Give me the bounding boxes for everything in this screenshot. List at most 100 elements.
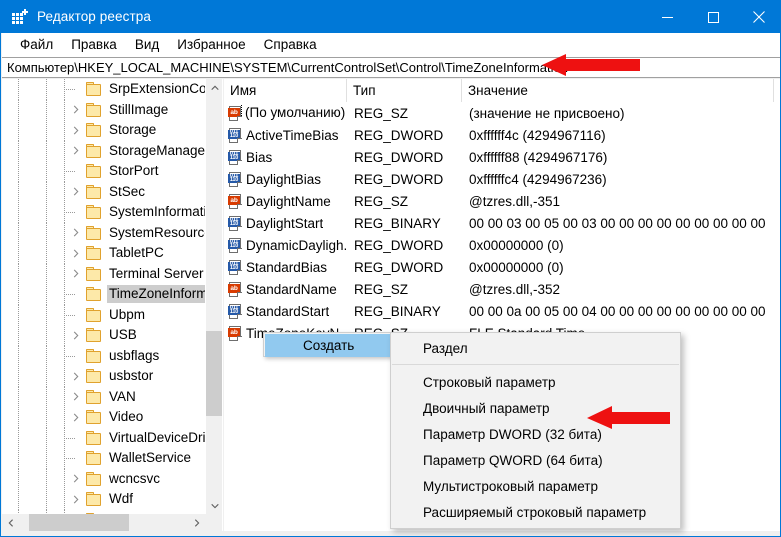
tree-item-timezoneinforma[interactable]: TimeZoneInforma [2, 284, 206, 305]
binary-value-icon: 011 110 [228, 171, 242, 187]
column-header-name[interactable]: Имя [224, 79, 347, 102]
menu-favorites[interactable]: Избранное [168, 35, 254, 55]
registry-tree-list[interactable]: SrpExtensionConfi StillImage Storage Storag… [2, 79, 206, 514]
tree-guide-line [64, 468, 65, 489]
table-row[interactable]: 011 110 DynamicDayligh... REG_DWORD 0x000000… [224, 234, 780, 256]
tree-item-ubpm[interactable]: Ubpm [2, 304, 206, 325]
table-row[interactable]: 011 110 ActiveTimeBias REG_DWORD 0xffffff4c … [224, 124, 780, 146]
menu-edit[interactable]: Правка [62, 35, 126, 55]
chevron-right-icon[interactable] [70, 407, 82, 427]
tree-item-usbflags[interactable]: usbflags [2, 345, 206, 366]
tree-item-walletservice[interactable]: WalletService [2, 448, 206, 469]
chevron-right-icon[interactable] [70, 120, 82, 140]
chevron-right-icon[interactable] [70, 387, 82, 407]
table-row[interactable]: 011 110 DaylightStart REG_BINARY 00 00 03 00… [224, 212, 780, 234]
value-name-cell[interactable]: 011 110 DynamicDayligh... [224, 237, 347, 253]
tree-item-storport[interactable]: StorPort [2, 161, 206, 182]
tree-item-storagemanagem[interactable]: StorageManagem [2, 140, 206, 161]
folder-icon [86, 205, 102, 220]
registry-tree-pane[interactable]: SrpExtensionConfi StillImage Storage Storag… [2, 79, 223, 531]
table-row[interactable]: 011 110 Bias REG_DWORD 0xffffff88 (429496717… [224, 146, 780, 168]
chevron-right-icon[interactable] [70, 469, 82, 489]
chevron-right-icon[interactable] [70, 366, 82, 386]
chevron-right-icon[interactable] [70, 489, 82, 509]
window-title: Редактор реестра [37, 9, 151, 24]
context-menu-item-0[interactable]: Раздел [391, 335, 680, 361]
value-name-cell[interactable]: 011 110 Bias [224, 149, 347, 165]
maximize-button[interactable] [690, 1, 736, 33]
table-row[interactable]: 011 110 DaylightBias REG_DWORD 0xffffffc4 (4… [224, 168, 780, 190]
address-bar[interactable]: Компьютер\HKEY_LOCAL_MACHINE\SYSTEM\Curr… [2, 57, 780, 78]
tree-item-virtualdevicedrive[interactable]: VirtualDeviceDrive [2, 427, 206, 448]
minimize-button[interactable] [644, 1, 690, 33]
value-name-cell[interactable]: 011 110 DaylightStart [224, 215, 347, 231]
context-menu-item-5[interactable]: Мультистроковый параметр [391, 473, 680, 499]
value-name-cell[interactable]: ab (По умолчанию) [224, 105, 347, 121]
value-name-cell[interactable]: 011 110 ActiveTimeBias [224, 127, 347, 143]
tree-item-systemresources[interactable]: SystemResources [2, 222, 206, 243]
tree-guide-line [46, 304, 47, 325]
value-name-cell[interactable]: 011 110 StandardStart [224, 303, 347, 319]
value-name-cell[interactable]: 011 110 DaylightBias [224, 171, 347, 187]
column-header-value[interactable]: Значение [462, 79, 774, 102]
value-type-cell: REG_DWORD [354, 259, 444, 275]
address-path-text: Компьютер\HKEY_LOCAL_MACHINE\SYSTEM\Curr… [7, 60, 568, 75]
folder-icon [86, 410, 102, 425]
tree-item-systeminformation[interactable]: SystemInformation [2, 202, 206, 223]
tree-item-usb[interactable]: USB [2, 325, 206, 346]
menu-view[interactable]: Вид [126, 35, 168, 55]
tree-item-srpextensionconfi[interactable]: SrpExtensionConfi [2, 79, 206, 100]
menu-help[interactable]: Справка [255, 35, 326, 55]
tree-guide-line [46, 181, 47, 202]
tree-vertical-scroll-thumb[interactable] [206, 331, 222, 416]
column-header-type[interactable]: Тип [347, 79, 462, 102]
tree-guide-line [46, 468, 47, 489]
tree-item-usbstor[interactable]: usbstor [2, 366, 206, 387]
chevron-right-icon[interactable] [70, 325, 82, 345]
context-menu-item-1[interactable]: Строковый параметр [391, 369, 680, 395]
context-menu-item-label: Раздел [423, 340, 468, 356]
chevron-right-icon[interactable] [70, 243, 82, 263]
tree-item-wcncsvc[interactable]: wcncsvc [2, 468, 206, 489]
binary-value-icon: 011 110 [228, 237, 242, 253]
value-name-cell[interactable]: 011 110 StandardBias [224, 259, 347, 275]
tree-item-label: SystemInformation [109, 204, 206, 220]
table-row[interactable]: 011 110 StandardBias REG_DWORD 0x00000000 (0… [224, 256, 780, 278]
tree-item-stillimage[interactable]: StillImage [2, 99, 206, 120]
tree-item-storage[interactable]: Storage [2, 120, 206, 141]
tree-item-tabletpc[interactable]: TabletPC [2, 243, 206, 264]
table-row[interactable]: ab DaylightName REG_SZ @tzres.dll,-351 [224, 190, 780, 212]
tree-scroll-down-button[interactable] [206, 497, 222, 514]
tree-item-terminal-server[interactable]: Terminal Server [2, 263, 206, 284]
context-menu-item-2[interactable]: Двоичный параметр [391, 395, 680, 421]
close-button[interactable] [736, 1, 780, 33]
context-menu-item-4[interactable]: Параметр QWORD (64 бита) [391, 447, 680, 473]
tree-scroll-up-button[interactable] [206, 79, 222, 96]
tree-item-stsec[interactable]: StSec [2, 181, 206, 202]
value-name-cell[interactable]: ab DaylightName [224, 193, 347, 209]
table-row[interactable]: 011 110 StandardStart REG_BINARY 00 00 0a 00… [224, 300, 780, 322]
table-row[interactable]: ab StandardName REG_SZ @tzres.dll,-352 [224, 278, 780, 300]
value-name-cell[interactable]: ab StandardName [224, 281, 347, 297]
values-list[interactable]: ab (По умолчанию) REG_SZ (значение не присв… [224, 102, 780, 344]
tree-vertical-scrollbar[interactable] [205, 79, 222, 514]
context-menu-item-6[interactable]: Расширяемый строковый параметр [391, 499, 680, 525]
tree-scroll-right-button[interactable] [188, 514, 205, 531]
chevron-right-icon[interactable] [70, 141, 82, 161]
menu-file[interactable]: Файл [11, 35, 62, 55]
tree-item-video[interactable]: Video [2, 407, 206, 428]
chevron-right-icon[interactable] [70, 182, 82, 202]
tree-item-wdf[interactable]: Wdf [2, 489, 206, 510]
tree-guide-line [18, 140, 19, 161]
chevron-right-icon[interactable] [70, 223, 82, 243]
chevron-right-icon[interactable] [70, 100, 82, 120]
tree-horizontal-scroll-thumb[interactable] [29, 514, 129, 531]
context-menu-item-3[interactable]: Параметр DWORD (32 бита) [391, 421, 680, 447]
tree-horizontal-scrollbar[interactable] [2, 514, 222, 531]
context-menu-item-new[interactable]: Создать [265, 334, 408, 357]
context-submenu-new[interactable]: Раздел Строковый параметр Двоичный парамет… [390, 332, 681, 529]
tree-item-van[interactable]: VAN [2, 386, 206, 407]
table-row[interactable]: ab (По умолчанию) REG_SZ (значение не присв… [224, 102, 780, 124]
chevron-right-icon[interactable] [70, 264, 82, 284]
tree-scroll-left-button[interactable] [2, 514, 19, 531]
